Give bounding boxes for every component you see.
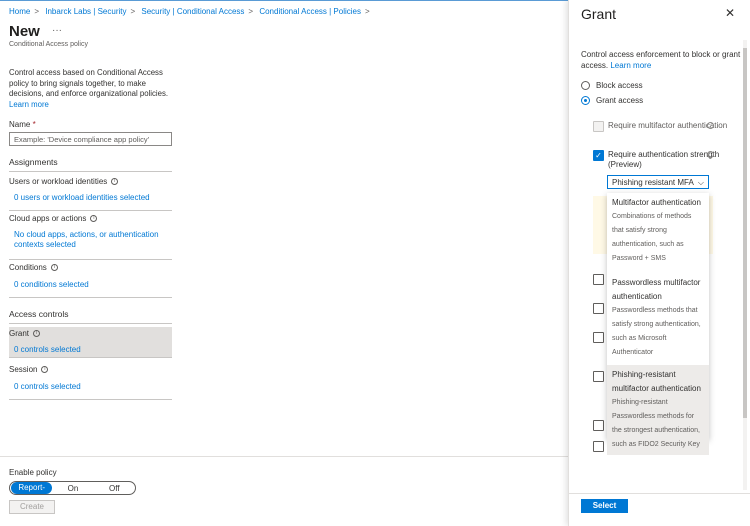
option-title: Phishing-resistant multifactor authentic… bbox=[612, 370, 701, 393]
checkbox[interactable] bbox=[593, 371, 604, 382]
description-text: Control access based on Conditional Acce… bbox=[9, 68, 169, 98]
name-input[interactable]: Example: 'Device compliance app policy' bbox=[9, 132, 172, 146]
conditions-label: Conditions i bbox=[9, 263, 172, 272]
info-icon[interactable] bbox=[707, 151, 714, 158]
name-label-text: Name bbox=[9, 120, 31, 129]
checkbox[interactable] bbox=[593, 332, 604, 343]
info-icon[interactable]: i bbox=[50, 264, 58, 272]
policy-editor: Home > Inbarck Labs | Security > Security … bbox=[0, 0, 568, 526]
description: Control access based on Conditional Acce… bbox=[9, 68, 179, 110]
enable-policy-toggle[interactable]: Report-only On Off bbox=[9, 481, 136, 504]
page-subtitle: Conditional Access policy bbox=[9, 41, 88, 48]
radio-selected-icon[interactable] bbox=[581, 96, 590, 105]
chevron-down-icon: ⌵ bbox=[697, 178, 704, 187]
close-icon[interactable]: ✕ bbox=[725, 6, 735, 20]
conditions-section[interactable]: Conditions i 0 conditions selected bbox=[9, 263, 172, 298]
cloud-apps-link[interactable]: No cloud apps, actions, or authenticatio… bbox=[14, 230, 164, 250]
info-icon[interactable]: i bbox=[41, 366, 49, 374]
grant-section[interactable]: Grant i 0 controls selected bbox=[9, 327, 172, 358]
panel-description-text: Control access enforcement to block or g… bbox=[581, 50, 741, 70]
option-on[interactable]: On bbox=[52, 484, 93, 493]
grant-label-text: Grant bbox=[9, 329, 30, 338]
dropdown-value: Phishing resistant MFA bbox=[612, 178, 694, 187]
radio-label: Grant access bbox=[596, 96, 644, 105]
breadcrumb-security[interactable]: Inbarck Labs | Security bbox=[45, 7, 126, 16]
scrollbar-thumb[interactable] bbox=[743, 48, 747, 418]
cloud-label: Cloud apps or actions i bbox=[9, 214, 172, 223]
radio-label: Block access bbox=[596, 81, 643, 90]
checkbox[interactable] bbox=[593, 303, 604, 314]
users-link[interactable]: 0 users or workload identities selected bbox=[14, 193, 172, 202]
checkbox[interactable] bbox=[593, 420, 604, 431]
option-desc: Phishing-resistant Passwordless methods … bbox=[612, 399, 700, 448]
radio-icon[interactable] bbox=[581, 81, 590, 90]
option-title: Multifactor authentication bbox=[612, 198, 701, 207]
users-label-text: Users or workload identities bbox=[9, 177, 108, 186]
radio-grant-access[interactable]: Grant access bbox=[581, 96, 643, 105]
grant-label: Grant i bbox=[9, 329, 172, 338]
panel-learn-more-link[interactable]: Learn more bbox=[610, 61, 651, 70]
divider bbox=[0, 456, 568, 457]
footer-divider bbox=[569, 493, 750, 494]
duo-checkbox[interactable] bbox=[593, 441, 604, 452]
required-marker: * bbox=[32, 120, 36, 129]
option-multifactor[interactable]: Multifactor authentication Combinations o… bbox=[607, 193, 709, 269]
conditions-label-text: Conditions bbox=[9, 263, 47, 272]
assignments-header: Assignments bbox=[9, 157, 172, 172]
require-mfa-checkbox[interactable] bbox=[593, 121, 604, 132]
grant-link[interactable]: 0 controls selected bbox=[14, 345, 172, 354]
conditions-link[interactable]: 0 conditions selected bbox=[14, 280, 172, 289]
session-link[interactable]: 0 controls selected bbox=[14, 382, 172, 391]
strength-dropdown[interactable]: Phishing resistant MFA ⌵ bbox=[607, 175, 709, 189]
breadcrumb: Home > Inbarck Labs | Security > Security … bbox=[9, 7, 370, 16]
option-passwordless[interactable]: Passwordless multifactor authentication P… bbox=[607, 273, 709, 363]
breadcrumb-policies[interactable]: Conditional Access | Policies bbox=[259, 7, 361, 16]
info-icon[interactable]: i bbox=[33, 330, 41, 338]
option-off[interactable]: Off bbox=[94, 484, 135, 493]
panel-title: Grant bbox=[581, 6, 617, 22]
select-button[interactable]: Select bbox=[581, 499, 628, 513]
option-phishing-resistant[interactable]: Phishing-resistant multifactor authentic… bbox=[607, 365, 709, 455]
create-button[interactable]: Create bbox=[9, 500, 55, 514]
info-icon[interactable] bbox=[707, 122, 714, 129]
cloud-apps-section[interactable]: Cloud apps or actions i No cloud apps, ac… bbox=[9, 214, 172, 260]
require-strength-checkbox[interactable]: ✓ bbox=[593, 150, 604, 161]
more-options-icon[interactable]: ··· bbox=[52, 25, 62, 36]
session-label: Session i bbox=[9, 365, 172, 374]
session-section[interactable]: Session i 0 controls selected bbox=[9, 365, 172, 400]
learn-more-link[interactable]: Learn more bbox=[9, 100, 49, 109]
panel-description: Control access enforcement to block or g… bbox=[581, 50, 743, 71]
option-desc: Combinations of methods that satisfy str… bbox=[612, 213, 692, 262]
cloud-label-text: Cloud apps or actions bbox=[9, 214, 87, 223]
users-section[interactable]: Users or workload identities i 0 users or… bbox=[9, 177, 172, 211]
checkbox[interactable] bbox=[593, 274, 604, 285]
option-report-only[interactable]: Report-only bbox=[11, 482, 53, 504]
strength-dropdown-menu: Multifactor authentication Combinations o… bbox=[607, 193, 709, 455]
access-controls-header: Access controls bbox=[9, 309, 172, 324]
option-desc: Passwordless methods that satisfy strong… bbox=[612, 307, 701, 356]
users-label: Users or workload identities i bbox=[9, 177, 172, 186]
name-label: Name * bbox=[9, 120, 36, 129]
breadcrumb-home[interactable]: Home bbox=[9, 7, 30, 16]
enable-policy-label: Enable policy bbox=[9, 468, 57, 477]
session-label-text: Session bbox=[9, 365, 38, 374]
breadcrumb-conditional-access[interactable]: Security | Conditional Access bbox=[141, 7, 244, 16]
info-icon[interactable]: i bbox=[111, 178, 119, 186]
info-icon[interactable]: i bbox=[90, 215, 98, 223]
option-title: Passwordless multifactor authentication bbox=[612, 278, 701, 301]
page-title: New bbox=[9, 23, 40, 40]
grant-panel: Grant ✕ Control access enforcement to bl… bbox=[568, 0, 750, 526]
radio-block-access[interactable]: Block access bbox=[581, 81, 643, 90]
